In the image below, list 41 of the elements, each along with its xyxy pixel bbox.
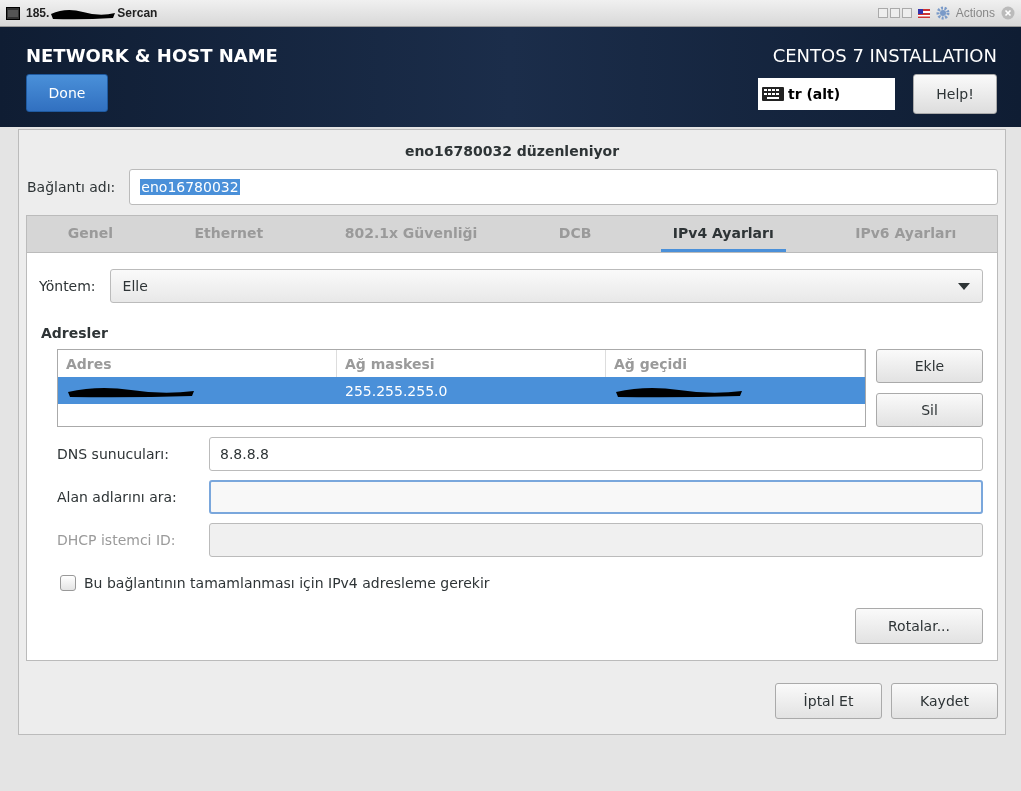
done-button[interactable]: Done	[26, 74, 108, 112]
table-row[interactable]: 255.255.255.0	[58, 377, 865, 404]
field-label: DNS sunucuları:	[57, 446, 170, 462]
close-icon[interactable]	[1001, 6, 1015, 20]
field-label: Alan adlarını ara:	[57, 489, 178, 505]
flag-icon[interactable]	[917, 8, 930, 18]
addresses-table[interactable]: Adres Ağ maskesi Ağ geçidi 255.255.255.0	[57, 349, 866, 427]
connection-name-field[interactable]: eno16780032	[129, 169, 998, 205]
window-controls-icon[interactable]	[877, 8, 912, 18]
field-label: DHCP istemci ID:	[57, 532, 177, 548]
method-dropdown[interactable]: Elle	[109, 269, 983, 303]
tab[interactable]: 802.1x Güvenliği	[332, 216, 490, 252]
remove-button[interactable]: Sil	[876, 393, 983, 427]
add-button[interactable]: Ekle	[876, 349, 983, 383]
actions-menu[interactable]: Actions	[955, 6, 995, 20]
dropdown-arrow-icon	[958, 282, 970, 290]
checkbox-label: Bu bağlantının tamamlanması için IPv4 adresleme gerekir	[84, 575, 490, 591]
input-field[interactable]	[209, 480, 983, 514]
dialog-title: eno16780032 düzenleniyor	[403, 142, 621, 161]
checkbox[interactable]	[60, 575, 76, 591]
page-title: NETWORK & HOST NAME	[26, 45, 278, 66]
cancel-button[interactable]: İptal Et	[775, 683, 882, 719]
table-cell: 255.255.255.0	[345, 382, 448, 399]
tab[interactable]: Genel	[55, 216, 125, 252]
field-label: Bağlantı adı:	[27, 179, 116, 195]
terminal-icon	[6, 6, 20, 20]
tab[interactable]: Ethernet	[182, 216, 276, 252]
keyboard-icon	[762, 87, 784, 101]
field-label: Yöntem:	[39, 278, 96, 294]
window-title: 185.	[26, 6, 50, 20]
product-title: CENTOS 7 INSTALLATION	[772, 45, 997, 66]
window-title: Sercan	[117, 6, 158, 20]
help-button[interactable]: Help!	[913, 74, 997, 114]
tab[interactable]: DCB	[546, 216, 604, 252]
input-field[interactable]: 8.8.8.8	[209, 437, 983, 471]
gear-icon[interactable]	[935, 6, 950, 20]
keyboard-layout-indicator[interactable]: tr (alt)	[758, 78, 895, 110]
section-heading: Adresler	[41, 325, 109, 341]
tab[interactable]: IPv6 Ayarları	[843, 216, 969, 252]
save-button[interactable]: Kaydet	[891, 683, 998, 719]
routes-button[interactable]: Rotalar...	[855, 608, 983, 644]
